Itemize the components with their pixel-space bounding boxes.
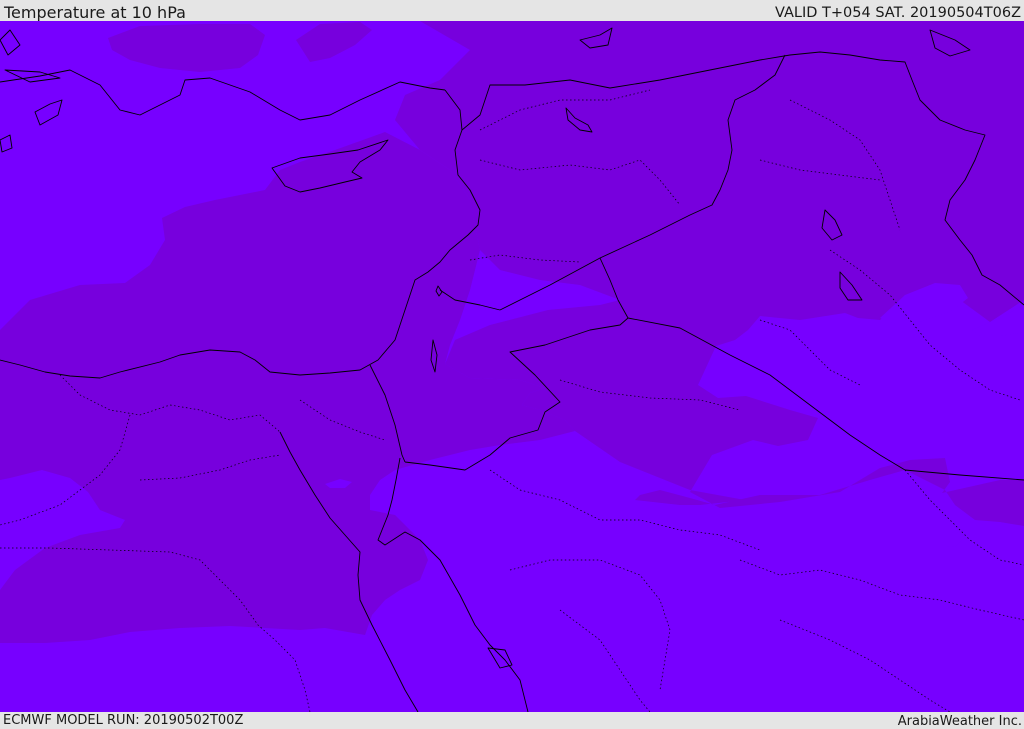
- header-bar: Temperature at 10 hPa VALID T+054 SAT. 2…: [0, 0, 1024, 21]
- credit-label: ArabiaWeather Inc.: [897, 714, 1022, 729]
- model-run-label: ECMWF MODEL RUN: 20190502T00Z: [3, 713, 244, 728]
- valid-time-label: VALID T+054 SAT. 20190504T06Z: [775, 5, 1021, 21]
- map-viewer: Temperature at 10 hPa VALID T+054 SAT. 2…: [0, 0, 1024, 729]
- map-title: Temperature at 10 hPa: [4, 3, 186, 22]
- footer-bar: ECMWF MODEL RUN: 20190502T00Z ArabiaWeat…: [0, 712, 1024, 729]
- temperature-map: [0, 21, 1024, 712]
